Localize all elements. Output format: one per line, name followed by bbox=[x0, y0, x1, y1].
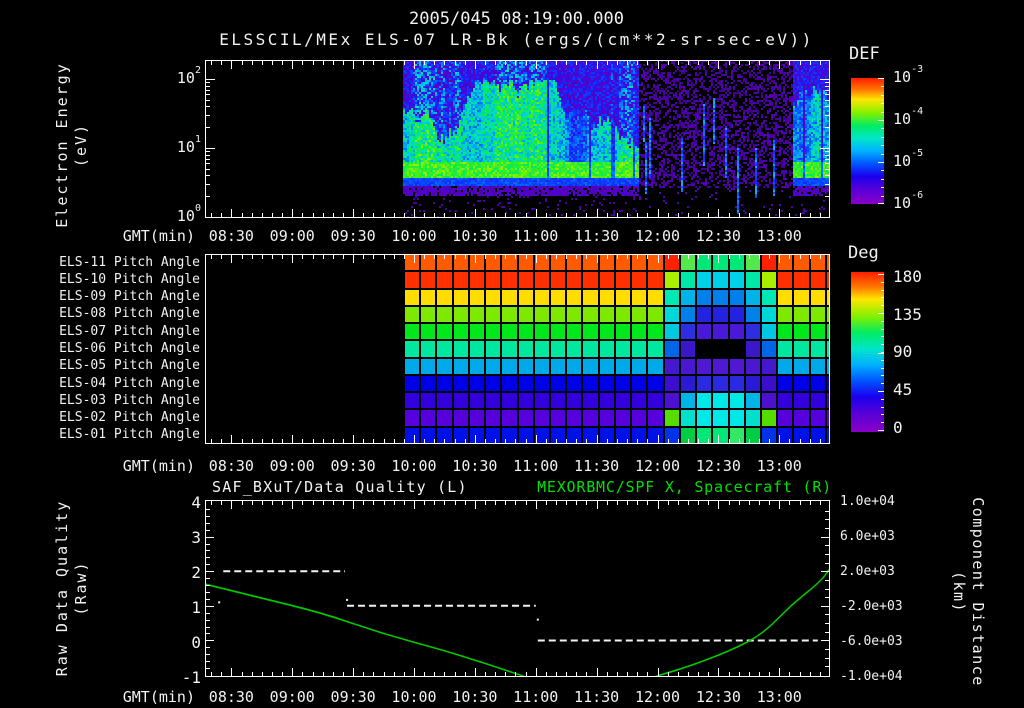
x-tick-label: 10:30 bbox=[452, 227, 498, 245]
x-tick-label: 13:00 bbox=[756, 227, 802, 245]
x-tick-label: 09:00 bbox=[269, 227, 315, 245]
quality-left-series-title: SAF_BXuT/Data Quality (L) bbox=[212, 478, 468, 496]
deg-scale-label: 180 bbox=[893, 267, 922, 286]
x-tick-label: 10:30 bbox=[452, 688, 498, 706]
pitch-row-label: ELS-01 Pitch Angle bbox=[59, 427, 200, 443]
x-tick-label: 11:00 bbox=[513, 227, 559, 245]
x-tick-label: 12:00 bbox=[634, 227, 681, 245]
energy-ytick-label: 101 bbox=[176, 134, 201, 156]
quality-ytick-label: -1 bbox=[181, 668, 201, 687]
distance-ytick-label: 2.0e+03 bbox=[840, 564, 895, 579]
pitch-row-label: ELS-11 Pitch Angle bbox=[59, 254, 200, 270]
gmt-label: GMT(min) bbox=[122, 227, 195, 245]
deg-colorbar bbox=[851, 272, 884, 432]
x-tick-label: 12:30 bbox=[695, 227, 741, 245]
quality-axis-label-text: Raw Data Quality bbox=[53, 499, 71, 677]
def-scale-label: 10-3 bbox=[893, 64, 924, 86]
energy-axis-label: Electron Energy (eV) bbox=[53, 35, 91, 255]
quality-axis-label: Raw Data Quality (Raw) bbox=[53, 478, 91, 698]
distance-axis-label-text: Component Distance bbox=[969, 497, 987, 687]
x-tick-label: 11:30 bbox=[574, 457, 620, 475]
deg-scale-label: 135 bbox=[893, 305, 922, 324]
x-tick-label: 09:30 bbox=[330, 227, 376, 245]
energy-axis-label-unit: (eV) bbox=[72, 122, 90, 168]
distance-ytick-label: -6.0e+03 bbox=[840, 634, 903, 649]
x-tick-label: 10:30 bbox=[452, 457, 498, 475]
gmt-label: GMT(min) bbox=[122, 688, 195, 706]
deg-scale-label: 90 bbox=[893, 342, 913, 361]
x-tick-label: 12:00 bbox=[634, 688, 681, 706]
distance-axis-label: Component Distance (km) bbox=[949, 482, 987, 702]
deg-colorbar-title: Deg bbox=[848, 243, 879, 263]
pitch-row-label: ELS-05 Pitch Angle bbox=[59, 358, 200, 374]
quality-ytick-label: 1 bbox=[191, 598, 201, 617]
x-tick-label: 12:00 bbox=[634, 457, 681, 475]
deg-scale-label: 45 bbox=[893, 380, 913, 399]
x-tick-label: 13:00 bbox=[756, 457, 802, 475]
def-scale-label: 10-6 bbox=[893, 190, 924, 212]
gmt-label: GMT(min) bbox=[122, 457, 195, 475]
distance-ytick-label: -1.0e+04 bbox=[840, 669, 903, 684]
pitch-row-label: ELS-07 Pitch Angle bbox=[59, 323, 200, 339]
pitch-row-label: ELS-02 Pitch Angle bbox=[59, 410, 200, 426]
pitch-row-label: ELS-04 Pitch Angle bbox=[59, 375, 200, 391]
energy-axis-label-text: Electron Energy bbox=[53, 62, 71, 228]
def-scale-label: 10-4 bbox=[893, 106, 924, 128]
def-scale-label: 10-5 bbox=[893, 148, 924, 170]
deg-scale-label: 0 bbox=[893, 418, 903, 437]
x-tick-label: 10:00 bbox=[391, 457, 437, 475]
x-tick-label: 09:30 bbox=[330, 688, 376, 706]
plot-background: 2005/045 08:19:00.000 ELSSCIL/MEx ELS-07… bbox=[0, 0, 1024, 708]
x-tick-label: 09:30 bbox=[330, 457, 376, 475]
x-tick-label: 10:00 bbox=[391, 688, 437, 706]
quality-ytick-label: 3 bbox=[191, 528, 201, 547]
energy-ytick-label: 102 bbox=[176, 65, 201, 87]
pitch-row-label: ELS-10 Pitch Angle bbox=[59, 271, 200, 287]
quality-ytick-label: 4 bbox=[191, 493, 201, 512]
quality-axis-label-unit: (Raw) bbox=[72, 560, 90, 616]
x-tick-label: 12:30 bbox=[695, 688, 741, 706]
x-tick-label: 09:00 bbox=[269, 457, 315, 475]
x-tick-label: 11:00 bbox=[513, 688, 559, 706]
pitch-row-label: ELS-08 Pitch Angle bbox=[59, 306, 200, 322]
x-tick-label: 11:00 bbox=[513, 457, 559, 475]
def-colorbar-title: DEF bbox=[849, 44, 880, 64]
pitch-row-label: ELS-09 Pitch Angle bbox=[59, 289, 200, 305]
quality-ytick-label: 0 bbox=[191, 633, 201, 652]
energy-ytick-label: 100 bbox=[176, 203, 201, 225]
distance-ytick-label: 6.0e+03 bbox=[840, 529, 895, 544]
distance-ytick-label: 1.0e+04 bbox=[840, 494, 895, 509]
pitch-angle-heatmap bbox=[205, 254, 830, 444]
x-tick-label: 08:30 bbox=[208, 688, 254, 706]
x-tick-label: 09:00 bbox=[269, 688, 315, 706]
plot-title: 2005/045 08:19:00.000 bbox=[409, 9, 624, 29]
x-tick-label: 08:30 bbox=[208, 227, 254, 245]
distance-ytick-label: -2.0e+03 bbox=[840, 599, 903, 614]
quality-ytick-label: 2 bbox=[191, 563, 201, 582]
distance-axis-label-unit: (km) bbox=[950, 570, 968, 614]
quality-distance-plot bbox=[205, 500, 830, 677]
electron-energy-spectrogram bbox=[205, 60, 830, 218]
pitch-row-label: ELS-03 Pitch Angle bbox=[59, 392, 200, 408]
pitch-row-label: ELS-06 Pitch Angle bbox=[59, 341, 200, 356]
x-tick-label: 11:30 bbox=[574, 227, 620, 245]
x-tick-label: 12:30 bbox=[695, 457, 741, 475]
x-tick-label: 11:30 bbox=[574, 688, 620, 706]
x-tick-label: 08:30 bbox=[208, 457, 254, 475]
x-tick-label: 13:00 bbox=[756, 688, 802, 706]
spacecraft-right-series-title: MEXORBMC/SPF X, Spacecraft (R) bbox=[537, 478, 832, 496]
x-tick-label: 10:00 bbox=[391, 227, 437, 245]
def-colorbar bbox=[851, 78, 884, 204]
